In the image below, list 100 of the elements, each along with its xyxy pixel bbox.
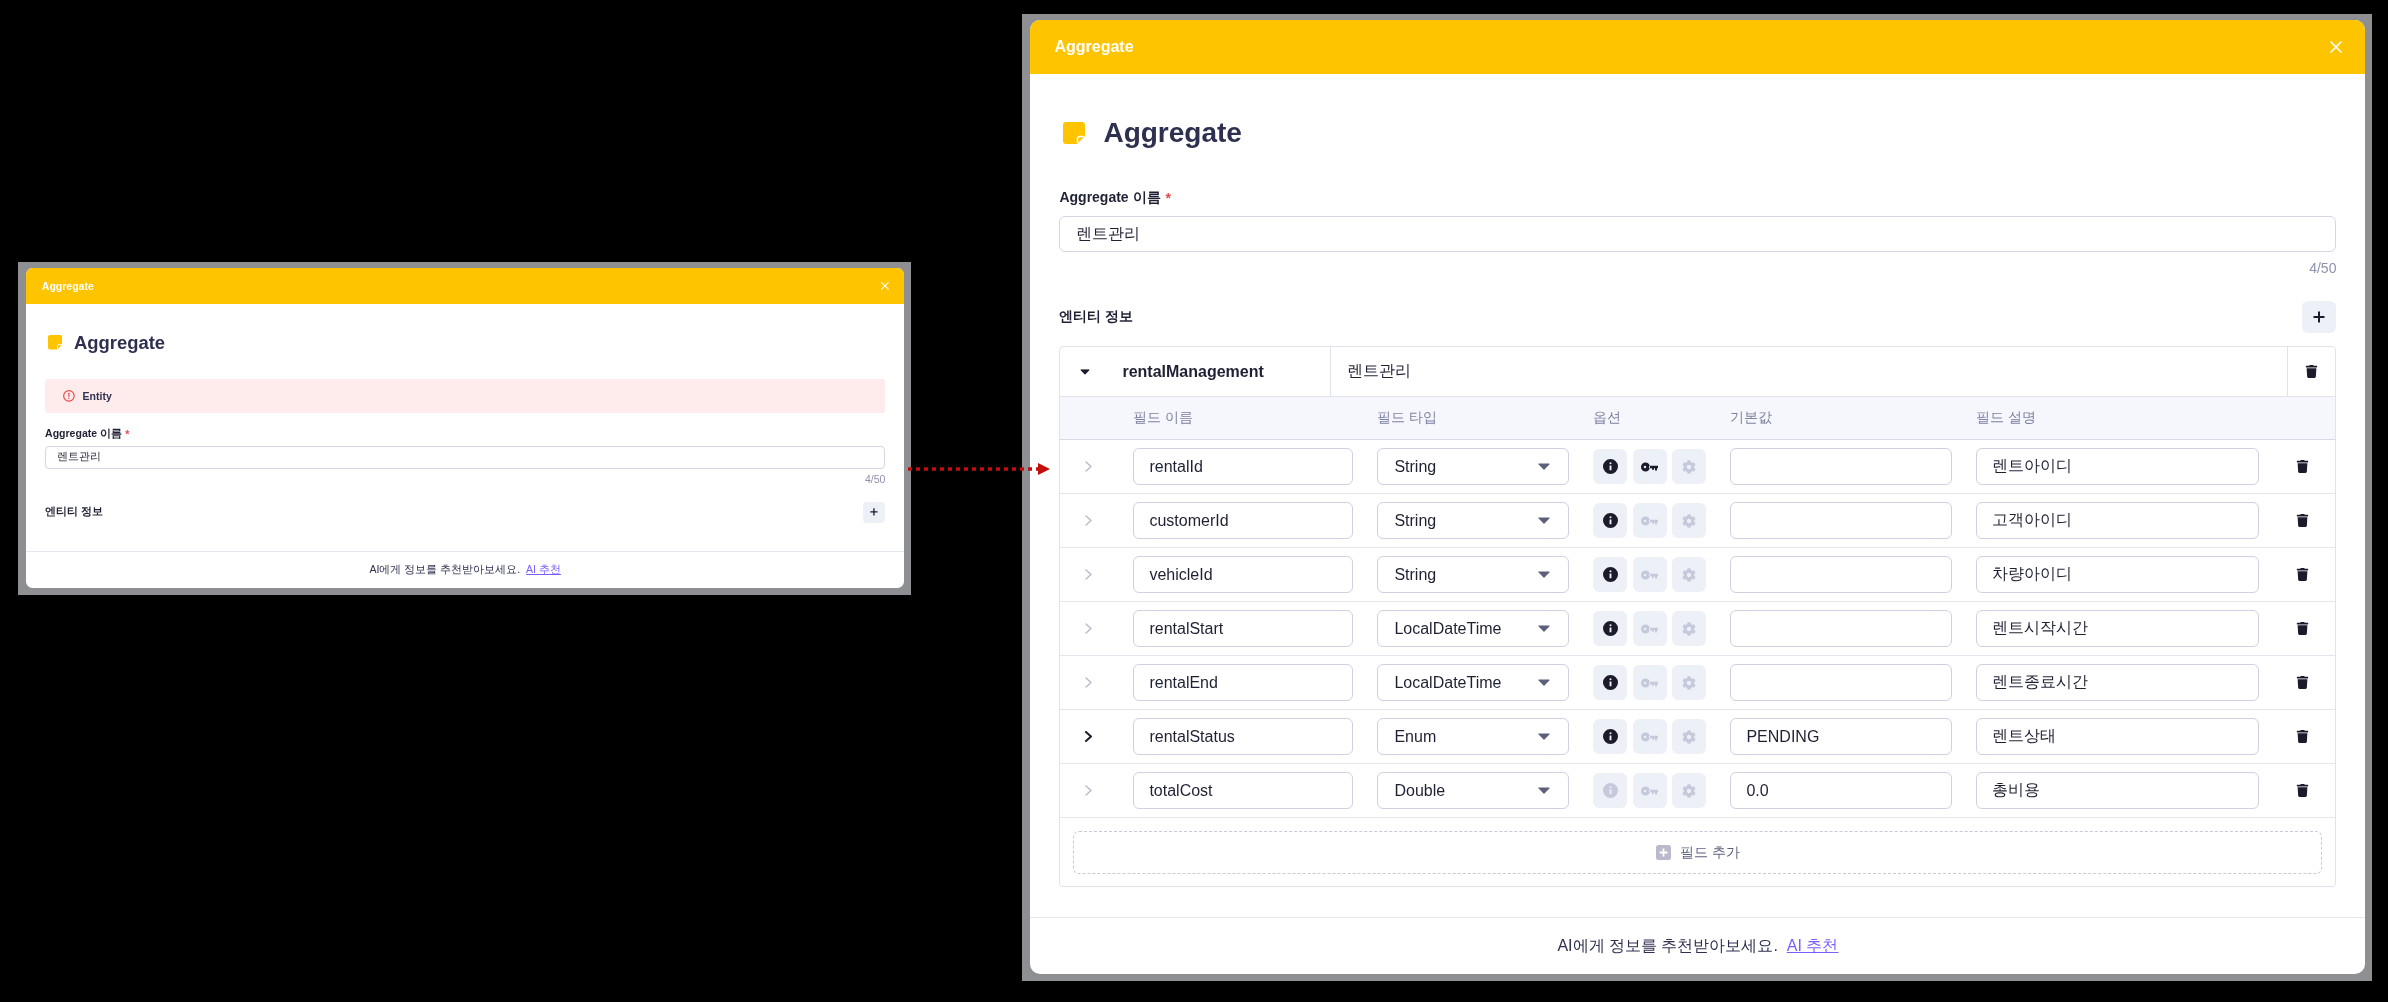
description-input[interactable]: 렌트상태 bbox=[1976, 718, 2260, 755]
section-label: 엔티티 정보 bbox=[45, 505, 103, 520]
info-button[interactable] bbox=[1593, 665, 1628, 700]
description-input[interactable]: 총비용 bbox=[1976, 772, 2260, 809]
trash-icon[interactable] bbox=[2296, 784, 2310, 797]
trash-icon[interactable] bbox=[2296, 514, 2310, 527]
column-header: 필드 이름 bbox=[1133, 409, 1194, 427]
info-icon bbox=[1602, 675, 1618, 690]
key-button[interactable] bbox=[1632, 449, 1667, 484]
key-icon bbox=[1641, 623, 1659, 634]
caret-down-icon[interactable] bbox=[1080, 368, 1091, 375]
column-header: 필드 설명 bbox=[1976, 409, 2037, 427]
description-input[interactable]: 고객아이디 bbox=[1976, 502, 2260, 539]
type-select[interactable]: String bbox=[1377, 448, 1570, 485]
field-name-input[interactable]: rentalStatus bbox=[1133, 718, 1354, 755]
gear-icon bbox=[1682, 783, 1697, 798]
dialog-title: Aggregate bbox=[41, 279, 94, 292]
key-icon bbox=[1641, 677, 1659, 688]
gear-icon bbox=[1682, 621, 1697, 636]
default-value-input[interactable] bbox=[1730, 664, 1953, 701]
entity-name: rentalManagement bbox=[1122, 362, 1264, 381]
type-select[interactable]: LocalDateTime bbox=[1377, 664, 1570, 701]
type-select[interactable]: String bbox=[1377, 502, 1570, 539]
alert-text: Entity bbox=[82, 389, 112, 402]
footer-text: AI에게 정보를 추천받아보세요. bbox=[1557, 935, 1778, 956]
ai-recommend-link[interactable]: AI 추천 bbox=[526, 563, 561, 578]
settings-button[interactable] bbox=[1672, 719, 1707, 754]
column-header: 기본값 bbox=[1730, 409, 1773, 427]
column-header: 옵션 bbox=[1593, 409, 1622, 427]
type-select[interactable]: Enum bbox=[1377, 718, 1570, 755]
settings-button[interactable] bbox=[1672, 557, 1707, 592]
close-icon bbox=[2330, 41, 2343, 53]
key-icon bbox=[1641, 569, 1659, 580]
default-value-input[interactable] bbox=[1730, 448, 1953, 485]
type-select[interactable]: Double bbox=[1377, 772, 1570, 809]
plus-icon bbox=[2313, 311, 2326, 323]
info-button[interactable] bbox=[1593, 719, 1628, 754]
description-input[interactable]: 렌트시작시간 bbox=[1976, 610, 2260, 647]
field-name-input[interactable]: rentalEnd bbox=[1133, 664, 1354, 701]
dialog-title: Aggregate bbox=[1054, 38, 1134, 56]
trash-icon[interactable] bbox=[2305, 365, 2319, 378]
name-input[interactable]: 렌트관리 bbox=[1059, 216, 2337, 252]
info-button[interactable] bbox=[1593, 611, 1628, 646]
section-label: 엔티티 정보 bbox=[1059, 308, 1134, 326]
field-label: Aggregate 이름 bbox=[1059, 189, 1161, 207]
caret-down-icon bbox=[1538, 787, 1551, 794]
note-icon bbox=[1063, 122, 1086, 144]
info-icon bbox=[1602, 729, 1618, 744]
info-button[interactable] bbox=[1593, 557, 1628, 592]
gear-icon bbox=[1682, 567, 1697, 582]
entity-label: 렌트관리 bbox=[1347, 361, 1412, 381]
settings-button[interactable] bbox=[1672, 665, 1707, 700]
caret-down-icon bbox=[1538, 517, 1551, 524]
settings-button[interactable] bbox=[1672, 503, 1707, 538]
default-value-input[interactable] bbox=[1730, 556, 1953, 593]
default-value-input[interactable] bbox=[1730, 502, 1953, 539]
add-entity-button[interactable] bbox=[863, 501, 886, 523]
field-name-input[interactable]: vehicleId bbox=[1133, 556, 1354, 593]
add-field-button[interactable]: 필드 추가 bbox=[1073, 831, 2323, 874]
plus-square-icon bbox=[1655, 845, 1671, 860]
trash-icon[interactable] bbox=[2296, 568, 2310, 581]
plus-icon bbox=[870, 508, 879, 516]
info-icon bbox=[1602, 621, 1618, 636]
dialog-heading: Aggregate bbox=[74, 330, 166, 355]
key-icon bbox=[1641, 515, 1659, 526]
settings-button[interactable] bbox=[1672, 611, 1707, 646]
description-input[interactable]: 렌트종료시간 bbox=[1976, 664, 2260, 701]
field-name-input[interactable]: rentalStart bbox=[1133, 610, 1354, 647]
info-icon bbox=[1602, 513, 1618, 528]
default-value-input[interactable]: 0.0 bbox=[1730, 772, 1953, 809]
description-input[interactable]: 렌트아이디 bbox=[1976, 448, 2260, 485]
type-select[interactable]: LocalDateTime bbox=[1377, 610, 1570, 647]
trash-icon[interactable] bbox=[2296, 622, 2310, 635]
field-name-input[interactable]: rentalId bbox=[1133, 448, 1354, 485]
key-icon bbox=[1641, 785, 1659, 796]
description-input[interactable]: 차량아이디 bbox=[1976, 556, 2260, 593]
default-value-input[interactable] bbox=[1730, 610, 1953, 647]
trash-icon[interactable] bbox=[2296, 676, 2310, 689]
ai-recommend-link[interactable]: AI 추천 bbox=[1786, 935, 1839, 957]
gear-icon bbox=[1682, 675, 1697, 690]
settings-button[interactable] bbox=[1672, 449, 1707, 484]
type-select[interactable]: String bbox=[1377, 556, 1570, 593]
field-name-input[interactable]: customerId bbox=[1133, 502, 1354, 539]
trash-icon[interactable] bbox=[2296, 460, 2310, 473]
settings-button[interactable] bbox=[1672, 773, 1707, 808]
note-icon bbox=[47, 335, 63, 350]
field-name-input[interactable]: totalCost bbox=[1133, 772, 1354, 809]
key-icon bbox=[1641, 461, 1659, 472]
default-value-input[interactable]: PENDING bbox=[1730, 718, 1953, 755]
chevron-right-icon[interactable] bbox=[1085, 731, 1093, 742]
trash-icon[interactable] bbox=[2296, 730, 2310, 743]
key-icon bbox=[1641, 731, 1659, 742]
footer-text: AI에게 정보를 추천받아보세요. bbox=[369, 563, 521, 578]
add-entity-button[interactable] bbox=[2302, 301, 2337, 333]
required-mark: * bbox=[1165, 190, 1171, 206]
caret-down-icon bbox=[1538, 625, 1551, 632]
info-button[interactable] bbox=[1593, 503, 1628, 538]
name-input[interactable]: 렌트관리 bbox=[45, 445, 886, 470]
info-button[interactable] bbox=[1593, 449, 1628, 484]
gear-icon bbox=[1682, 729, 1697, 744]
